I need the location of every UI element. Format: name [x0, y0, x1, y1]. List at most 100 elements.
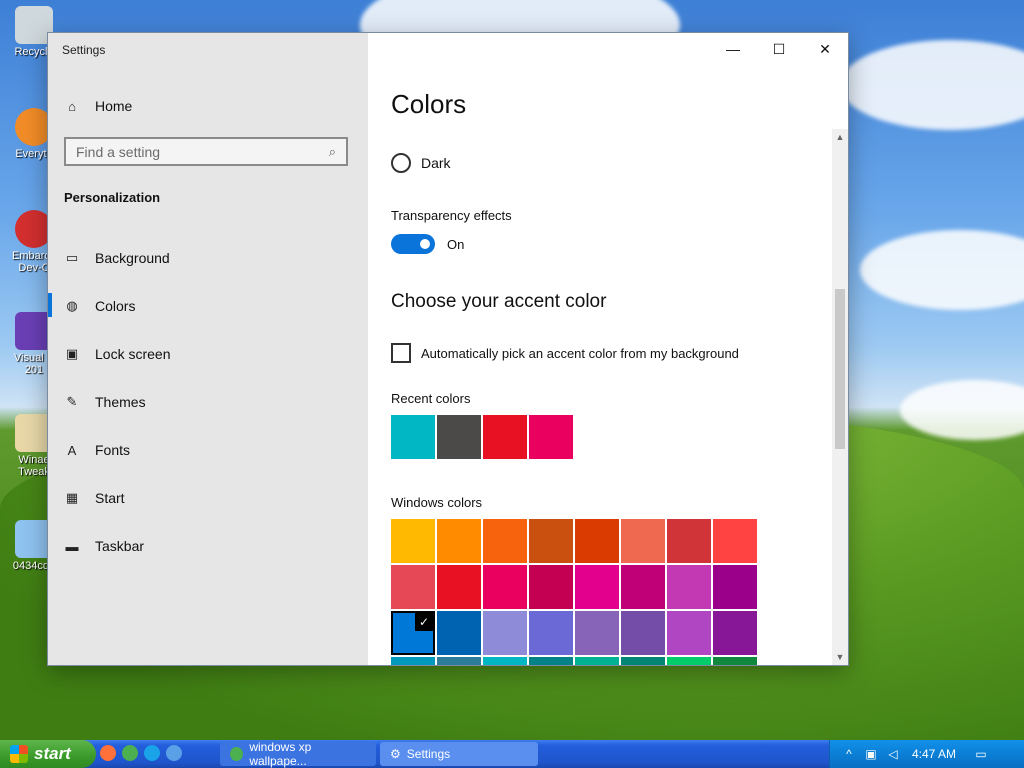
windows-colors-label: Windows colors: [391, 495, 483, 510]
image-icon: ▭: [65, 250, 79, 265]
sidebar-item-taskbar[interactable]: ▬ Taskbar: [64, 531, 145, 561]
lock-screen-icon: ▣: [65, 346, 79, 361]
color-swatch[interactable]: [575, 519, 619, 563]
start-button[interactable]: start: [0, 740, 96, 768]
color-swatch[interactable]: [529, 657, 573, 665]
sidebar-item-label: Fonts: [95, 442, 131, 458]
color-swatch[interactable]: [391, 519, 435, 563]
color-swatch[interactable]: [621, 657, 665, 665]
auto-pick-checkbox[interactable]: [391, 343, 411, 363]
sidebar-item-label: Colors: [95, 298, 136, 314]
color-swatch[interactable]: [667, 519, 711, 563]
edge-icon[interactable]: [144, 745, 160, 761]
task-label: Settings: [406, 747, 451, 761]
color-swatch[interactable]: [621, 611, 665, 655]
radio-label: Dark: [421, 155, 451, 171]
system-tray: ^ ▣ ◁ 4:47 AM ▭: [829, 740, 1024, 768]
clock[interactable]: 4:47 AM: [904, 747, 964, 761]
color-swatch[interactable]: [667, 611, 711, 655]
sidebar-item-home[interactable]: ⌂ Home: [64, 91, 132, 121]
color-swatch[interactable]: [437, 611, 481, 655]
radio-button[interactable]: [391, 153, 411, 173]
search-placeholder: Find a setting: [76, 143, 161, 160]
color-swatch[interactable]: [713, 611, 757, 655]
search-icon: ⌕: [328, 143, 336, 159]
color-swatch[interactable]: [713, 657, 757, 665]
auto-pick-option[interactable]: Automatically pick an accent color from …: [391, 343, 739, 363]
color-swatch[interactable]: [483, 611, 527, 655]
toggle-state: On: [447, 236, 465, 252]
recent-colors-label: Recent colors: [391, 391, 471, 406]
scrollbar[interactable]: ▲ ▼: [832, 129, 848, 665]
scroll-down-arrow[interactable]: ▼: [834, 651, 846, 663]
chevron-up-icon[interactable]: ^: [838, 747, 860, 761]
color-swatch[interactable]: [621, 565, 665, 609]
color-swatch[interactable]: [621, 519, 665, 563]
color-swatch[interactable]: [575, 611, 619, 655]
sidebar-item-start[interactable]: ▦ Start: [64, 483, 125, 513]
sidebar-item-lock-screen[interactable]: ▣ Lock screen: [64, 339, 171, 369]
windows-colors-grid: ✓: [391, 519, 757, 665]
color-swatch[interactable]: [529, 415, 573, 459]
start-icon: ▦: [65, 490, 79, 505]
volume-muted-icon[interactable]: ◁: [882, 747, 904, 761]
task-settings[interactable]: ⚙ Settings: [380, 742, 538, 766]
transparency-toggle[interactable]: [391, 234, 435, 254]
sidebar-item-label: Background: [95, 250, 170, 266]
brush-icon: ✎: [66, 394, 78, 409]
network-icon[interactable]: ▣: [860, 747, 882, 761]
color-swatch[interactable]: [437, 519, 481, 563]
color-swatch[interactable]: [437, 415, 481, 459]
active-indicator: [48, 293, 52, 317]
recent-colors: [391, 415, 573, 459]
color-swatch[interactable]: [529, 565, 573, 609]
dark-mode-option[interactable]: Dark: [391, 153, 451, 173]
home-icon: ⌂: [68, 98, 76, 114]
transparency-toggle-row: On: [391, 234, 464, 254]
start-label: start: [34, 744, 71, 763]
task-label: windows xp wallpape...: [249, 740, 312, 768]
color-swatch[interactable]: [437, 657, 481, 665]
sidebar-item-label: Lock screen: [95, 346, 171, 362]
color-swatch[interactable]: [529, 519, 573, 563]
color-swatch[interactable]: [575, 657, 619, 665]
color-swatch[interactable]: [391, 565, 435, 609]
quick-launch: [100, 745, 182, 761]
chrome-icon: [230, 747, 244, 761]
taskbar-icon: ▬: [65, 538, 79, 554]
color-swatch[interactable]: [483, 519, 527, 563]
page-title: Colors: [391, 89, 467, 119]
color-swatch[interactable]: [667, 657, 711, 665]
task-chrome[interactable]: windows xp wallpape...: [220, 740, 376, 768]
checkmark-icon: ✓: [415, 613, 433, 631]
color-swatch[interactable]: [437, 565, 481, 609]
color-swatch[interactable]: [391, 657, 435, 665]
sidebar-item-background[interactable]: ▭ Background: [64, 243, 170, 273]
color-swatch[interactable]: [391, 415, 435, 459]
sidebar-item-fonts[interactable]: A Fonts: [64, 435, 130, 465]
color-swatch[interactable]: [575, 565, 619, 609]
search-input[interactable]: Find a setting ⌕: [64, 137, 348, 166]
chrome-icon[interactable]: [122, 745, 138, 761]
settings-window: Settings ⌂ Home Find a setting ⌕ Persona…: [48, 33, 848, 665]
color-swatch[interactable]: ✓: [391, 611, 435, 655]
color-swatch[interactable]: [713, 565, 757, 609]
scroll-up-arrow[interactable]: ▲: [834, 131, 846, 143]
sidebar-item-label: Home: [95, 98, 133, 114]
color-swatch[interactable]: [667, 565, 711, 609]
scroll-thumb[interactable]: [835, 289, 845, 449]
gear-icon: ⚙: [390, 747, 401, 761]
color-swatch[interactable]: [529, 611, 573, 655]
sidebar-item-colors[interactable]: ◍ Colors: [64, 291, 135, 321]
color-swatch[interactable]: [713, 519, 757, 563]
section-label: Personalization: [64, 190, 161, 205]
color-swatch[interactable]: [483, 415, 527, 459]
color-swatch[interactable]: [483, 565, 527, 609]
taskbar: start windows xp wallpape... ⚙ Settings …: [0, 740, 1024, 768]
ie-icon[interactable]: [166, 745, 182, 761]
firefox-icon[interactable]: [100, 745, 116, 761]
sidebar-item-themes[interactable]: ✎ Themes: [64, 387, 146, 417]
sidebar-item-label: Themes: [95, 394, 146, 410]
notifications-icon[interactable]: ▭: [964, 747, 998, 761]
color-swatch[interactable]: [483, 657, 527, 665]
